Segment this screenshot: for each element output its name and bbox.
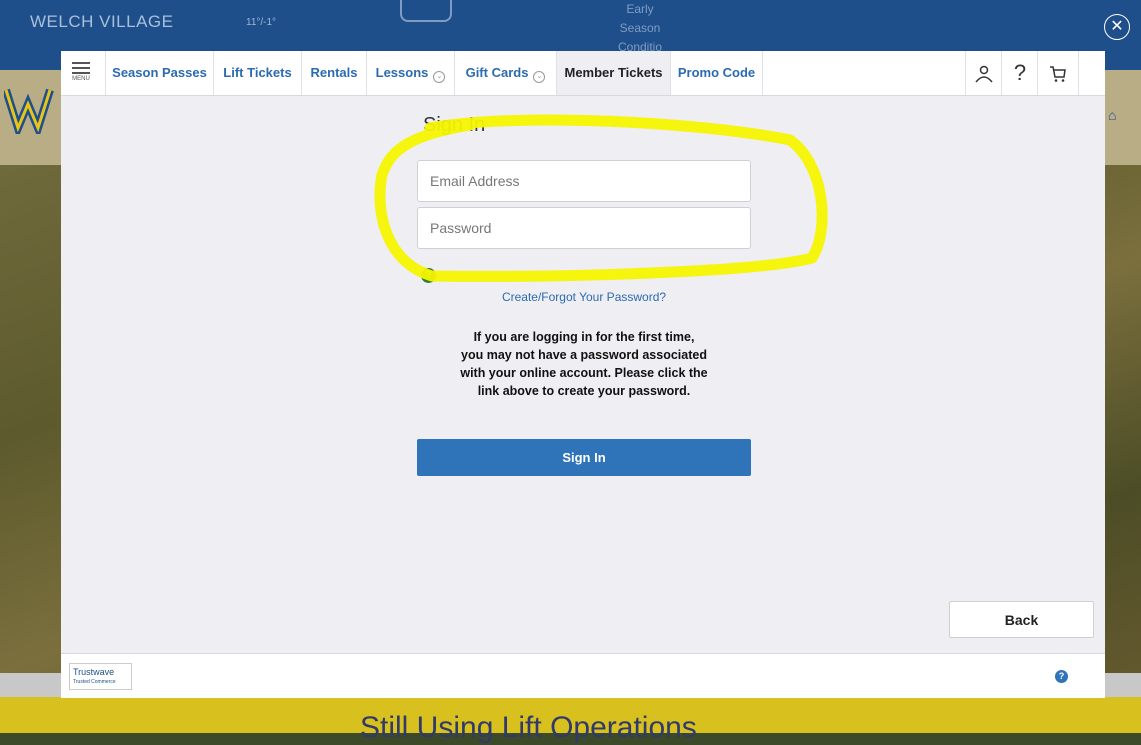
first-time-info: If you are logging in for the first time… <box>460 330 708 398</box>
tab-member-tickets[interactable]: Member Tickets <box>556 51 670 95</box>
forgot-password-link[interactable]: Create/Forgot Your Password? <box>417 290 751 304</box>
ticket-modal: MENU Season Passes Lift Tickets Rentals … <box>61 51 1105 698</box>
header-pill <box>400 0 452 22</box>
close-icon[interactable]: ✕ <box>1104 14 1130 40</box>
tab-gift-cards[interactable]: Gift Cards ⌄ <box>454 51 556 95</box>
banner-text: Still Using Lift Operations <box>360 711 697 744</box>
site-name: WELCH VILLAGE <box>30 12 174 31</box>
back-button[interactable]: Back <box>949 601 1094 638</box>
menu-button[interactable]: MENU <box>61 51 101 95</box>
tab-promo-code[interactable]: Promo Code <box>670 51 763 95</box>
menu-label: MENU <box>72 76 90 82</box>
page-title: Sign In <box>423 114 486 136</box>
tab-rentals[interactable]: Rentals <box>301 51 366 95</box>
tab-lessons[interactable]: Lessons ⌄ <box>366 51 454 95</box>
chevron-down-icon: ⌄ <box>433 71 446 83</box>
modal-footer: Trustwave Trusted Commerce ? <box>61 653 1105 698</box>
email-field[interactable] <box>417 160 751 202</box>
question-icon[interactable]: ? <box>421 268 436 283</box>
home-icon[interactable]: ⌂ <box>1108 107 1116 123</box>
tab-lift-tickets[interactable]: Lift Tickets <box>213 51 301 95</box>
weather-readout: 11°/-1° <box>246 17 277 28</box>
sign-in-button[interactable]: Sign In <box>417 439 751 476</box>
site-logo <box>4 88 54 134</box>
modal-nav: MENU Season Passes Lift Tickets Rentals … <box>61 51 1105 96</box>
cart-icon[interactable] <box>1037 51 1079 95</box>
help-icon[interactable]: ? <box>1001 51 1038 95</box>
trustwave-badge[interactable]: Trustwave Trusted Commerce <box>69 663 132 690</box>
account-icon[interactable] <box>965 51 1002 95</box>
conditions-status: Early Season Conditio <box>617 2 663 54</box>
help-icon[interactable]: ? <box>1055 670 1068 683</box>
chevron-down-icon: ⌄ <box>533 71 546 83</box>
tab-season-passes[interactable]: Season Passes <box>105 51 213 95</box>
hamburger-icon <box>72 62 90 74</box>
password-field[interactable] <box>417 207 751 249</box>
